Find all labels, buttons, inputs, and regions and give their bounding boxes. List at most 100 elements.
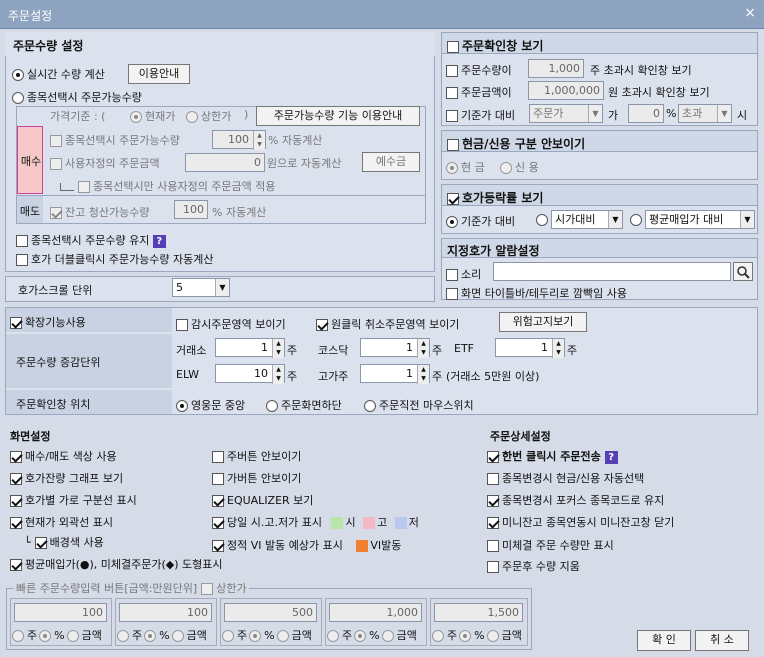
quick-ju-radio[interactable] xyxy=(432,630,444,642)
quick-ju-radio[interactable] xyxy=(117,630,129,642)
cur-price-row[interactable]: 현재가 xyxy=(130,108,175,124)
quick-pct-radio[interactable] xyxy=(249,630,262,642)
quick-input-4[interactable]: 1,500 xyxy=(434,603,523,622)
watch-row[interactable]: 감시주문영역 보이기 xyxy=(176,316,286,332)
upper-price-radio[interactable] xyxy=(186,111,198,123)
sel-avail-row[interactable]: 종목선택시 주문가능수량 xyxy=(50,132,180,148)
c1-checkbox-3[interactable] xyxy=(10,517,22,529)
c1-item-5[interactable]: 평균매입가(●), 미체결주문가(◆) 도형표시 xyxy=(10,556,223,572)
base-select[interactable]: 주문가 ▼ xyxy=(529,104,603,123)
c1-checkbox-0[interactable] xyxy=(10,451,22,463)
pos-center-radio[interactable] xyxy=(176,400,188,412)
confirm-amt-input[interactable]: 1,000,000 xyxy=(528,81,604,100)
ratio-start-radio[interactable] xyxy=(536,214,548,226)
detail-checkbox-2[interactable] xyxy=(487,495,499,507)
confirm-header[interactable]: 주문확인창 보기 xyxy=(441,32,758,54)
quick-radios-0[interactable]: 주% 금액 xyxy=(12,627,102,643)
quick-ju-radio[interactable] xyxy=(327,630,339,642)
oneclick-row[interactable]: 원클릭 취소주문영역 보이기 xyxy=(316,316,459,332)
detail-item-3[interactable]: 미니잔고 종목연동시 미니잔고창 닫기 xyxy=(487,514,674,530)
cancel-button[interactable]: 취 소 xyxy=(695,630,749,651)
quick-input-2[interactable]: 500 xyxy=(224,603,317,622)
keep-checkbox[interactable] xyxy=(16,235,28,247)
sel-avail-checkbox[interactable] xyxy=(50,135,62,147)
start-select[interactable]: 시가대비 ▼ xyxy=(551,210,623,229)
detail-checkbox-4[interactable] xyxy=(487,540,499,552)
cash-row[interactable]: 현 금 xyxy=(446,159,485,175)
ratio-base-row[interactable]: 기준가 대비 xyxy=(446,213,515,229)
sound-row[interactable]: 소리 xyxy=(446,266,481,282)
quick-radios-1[interactable]: 주% 금액 xyxy=(117,627,207,643)
c1-checkbox-4[interactable] xyxy=(34,537,47,549)
c2-checkbox-0[interactable] xyxy=(212,451,224,463)
c2-item-2[interactable]: EQUALIZER 보기 xyxy=(212,492,313,508)
watch-checkbox[interactable] xyxy=(176,319,188,331)
quick-pct-radio[interactable] xyxy=(39,630,52,642)
credit-row[interactable]: 신 용 xyxy=(500,159,539,175)
pct-input[interactable]: 0 xyxy=(628,104,664,123)
quick-input-0[interactable]: 100 xyxy=(14,603,107,622)
c2-checkbox-3[interactable] xyxy=(212,517,224,529)
detail-checkbox-1[interactable] xyxy=(487,473,499,485)
ratio-avg-radio[interactable] xyxy=(630,214,642,226)
oneclick-checkbox[interactable] xyxy=(316,319,328,331)
pos-cursor-radio[interactable] xyxy=(364,400,376,412)
credit-checkbox[interactable] xyxy=(447,138,459,151)
c1-item-4[interactable]: └ 배경색 사용 xyxy=(24,534,104,550)
quick-amt-radio[interactable] xyxy=(171,630,184,642)
kosdaq-input[interactable]: 1 ▲ ▼ xyxy=(360,338,430,358)
quick-pct-radio[interactable] xyxy=(354,630,367,642)
sound-checkbox[interactable] xyxy=(446,269,458,281)
quick-ju-radio[interactable] xyxy=(12,630,24,642)
c2-checkbox-4[interactable] xyxy=(212,540,224,552)
cash-radio[interactable] xyxy=(446,162,458,174)
confirm-qty-row[interactable]: 주문수량이 xyxy=(446,62,512,78)
balance-input[interactable]: 100 xyxy=(174,200,208,219)
deposit-button[interactable]: 예수금 xyxy=(362,152,420,172)
c2-checkbox-2[interactable] xyxy=(212,495,224,507)
c1-item-0[interactable]: 매수/매도 색상 사용 xyxy=(10,448,117,464)
quick-radios-3[interactable]: 주% 금액 xyxy=(327,627,417,643)
dblclick-row[interactable]: 호가 더블클릭시 주문가능수량 자동계산 xyxy=(16,251,214,267)
c1-item-1[interactable]: 호가잔량 그래프 보기 xyxy=(10,470,123,486)
user-amt-checkbox[interactable] xyxy=(50,158,62,170)
ok-button[interactable]: 확 인 xyxy=(637,630,691,651)
ratio-start-row[interactable] xyxy=(536,213,551,226)
quick-input-1[interactable]: 100 xyxy=(119,603,212,622)
elw-input[interactable]: 10 ▲ ▼ xyxy=(215,364,285,384)
scroll-select[interactable]: 5 ▼ xyxy=(172,278,230,297)
pos-bottom-row[interactable]: 주문화면하단 xyxy=(266,397,342,413)
cur-price-radio[interactable] xyxy=(130,111,142,123)
quick-ju-radio[interactable] xyxy=(222,630,234,642)
ratio-checkbox[interactable] xyxy=(447,192,459,205)
detail-item-4[interactable]: 미체결 주문 수량만 표시 xyxy=(487,537,614,553)
feature-guide-button[interactable]: 주문가능수량 기능 이용안내 xyxy=(256,106,420,126)
help-icon[interactable]: ? xyxy=(152,234,166,248)
detail-item-1[interactable]: 종목변경시 현금/신용 자동선택 xyxy=(487,470,644,486)
c1-checkbox-5[interactable] xyxy=(10,559,22,571)
risk-button[interactable]: 위험고지보기 xyxy=(499,312,587,332)
ratio-base-radio[interactable] xyxy=(446,216,458,228)
c2-item-4[interactable]: 정적 VI 발동 예상가 표시 VI발동 xyxy=(212,537,401,553)
quick-amt-radio[interactable] xyxy=(276,630,289,642)
credit-radio[interactable] xyxy=(500,162,512,174)
balance-checkbox[interactable] xyxy=(50,207,62,219)
flash-checkbox[interactable] xyxy=(446,288,458,300)
vi-swatch[interactable] xyxy=(356,540,369,552)
ext-checkbox[interactable] xyxy=(10,317,22,329)
close-icon[interactable]: × xyxy=(744,5,756,21)
c1-checkbox-1[interactable] xyxy=(10,473,22,485)
realtime-row[interactable]: 실시간 수량 계산 xyxy=(12,66,105,82)
search-icon[interactable] xyxy=(733,262,753,281)
ratio-header[interactable]: 호가등락률 보기 xyxy=(441,184,758,206)
only-user-checkbox[interactable] xyxy=(78,181,90,193)
quick-upper-checkbox[interactable] xyxy=(201,583,214,595)
pos-cursor-row[interactable]: 주문직전 마우스위치 xyxy=(364,397,474,413)
flash-row[interactable]: 화면 타이틀바/테두리로 깜빡임 사용 xyxy=(446,285,627,301)
by-amount-radio[interactable] xyxy=(12,92,24,104)
etf-input[interactable]: 1 ▲ ▼ xyxy=(495,338,565,358)
c2-item-0[interactable]: 주버튼 안보이기 xyxy=(212,448,301,464)
keep-row[interactable]: 종목선택시 주문수량 유지 ? xyxy=(16,232,166,248)
c1-checkbox-2[interactable] xyxy=(10,495,22,507)
kospi-input[interactable]: 1 ▲ ▼ xyxy=(215,338,285,358)
